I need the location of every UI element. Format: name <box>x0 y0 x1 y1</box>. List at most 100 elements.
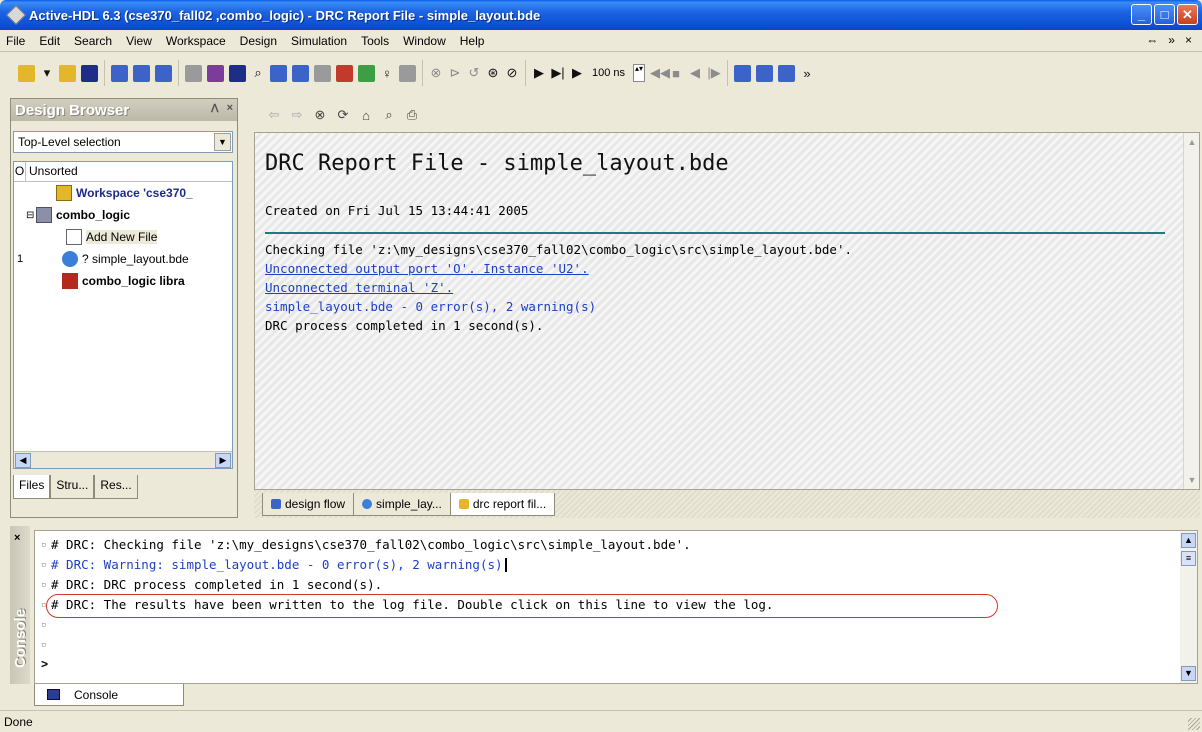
step-back-icon[interactable]: ◀◀ <box>650 65 670 81</box>
console-icon[interactable] <box>229 64 246 82</box>
sim-restart-icon[interactable]: ↺ <box>467 65 481 81</box>
menu-tools[interactable]: Tools <box>361 34 389 48</box>
tab-files[interactable]: Files <box>13 475 51 499</box>
menu-simulation[interactable]: Simulation <box>291 34 347 48</box>
step-over-icon[interactable]: |▶ <box>707 65 721 81</box>
scroll-thumb[interactable]: ≡ <box>1181 551 1196 566</box>
dropdown-arrow-icon[interactable]: ▾ <box>40 65 54 81</box>
lightbulb-icon[interactable]: ♀ <box>380 66 394 81</box>
tree-item-simple-layout[interactable]: 1 ? simple_layout.bde <box>14 248 232 270</box>
find-icon[interactable]: ⌕ <box>251 65 265 81</box>
trace-out-icon[interactable] <box>778 64 796 82</box>
console-line[interactable]: ▫ <box>41 635 1171 655</box>
maximize-button[interactable]: □ <box>1154 4 1175 25</box>
menu-close-icon[interactable]: × <box>1185 33 1192 47</box>
scroll-right-icon[interactable]: ▶ <box>215 453 231 468</box>
run-until-icon[interactable]: ▶| <box>551 65 565 81</box>
scroll-left-icon[interactable]: ◀ <box>15 453 31 468</box>
menu-right-controls: ⇔ » × <box>1146 33 1192 47</box>
memory-icon[interactable] <box>399 64 416 82</box>
report-link[interactable]: Unconnected output port 'O'. Instance 'U… <box>265 259 1165 278</box>
sim-init-icon[interactable]: ⊳ <box>448 65 462 81</box>
console-vscrollbar[interactable]: ▲ ≡ ▼ <box>1180 531 1197 683</box>
menu-search[interactable]: Search <box>74 34 112 48</box>
console-line[interactable]: ▫ # DRC: Checking file 'z:\my_designs\cs… <box>41 535 1171 555</box>
move-icon[interactable]: ⇔ <box>1146 33 1158 47</box>
run-for-icon[interactable]: ▶ <box>570 65 584 81</box>
menu-file[interactable]: File <box>6 34 25 48</box>
sim-break-icon[interactable]: ⊛ <box>486 65 500 81</box>
top-level-select[interactable]: Top-Level selection ▼ <box>13 131 233 153</box>
console-line[interactable]: ▫ <box>41 615 1171 635</box>
forward-arrow-icon[interactable]: ⇨ <box>289 107 305 123</box>
document-vscrollbar[interactable]: ▲ ▼ <box>1183 133 1199 489</box>
tree-item-workspace[interactable]: Workspace 'cse370_ <box>14 182 232 204</box>
menu-edit[interactable]: Edit <box>39 34 60 48</box>
menu-window[interactable]: Window <box>403 34 446 48</box>
minimize-button[interactable]: _ <box>1131 4 1152 25</box>
stop-icon[interactable]: ⊗ <box>312 107 328 123</box>
refresh-icon[interactable]: ⟳ <box>335 107 351 123</box>
menu-help[interactable]: Help <box>460 34 485 48</box>
menu-design[interactable]: Design <box>240 34 277 48</box>
console-line[interactable]: ▫ # DRC: Warning: simple_layout.bde - 0 … <box>41 555 1171 575</box>
trace-in-icon[interactable] <box>734 64 752 82</box>
tree-item-add-new-file[interactable]: Add New File <box>14 226 232 248</box>
report-link[interactable]: Unconnected terminal 'Z'. <box>265 278 1165 297</box>
library-icon[interactable] <box>336 64 353 82</box>
tab-design-flow[interactable]: design flow <box>262 492 355 516</box>
hdl-debug-icon[interactable] <box>292 64 309 82</box>
stop-sim-icon[interactable]: ⊗ <box>429 65 443 81</box>
sim-time-spinner[interactable]: ▴▾ <box>633 64 646 82</box>
toolbar-more-icon[interactable]: » <box>800 66 814 81</box>
print-icon[interactable]: ⎙ <box>404 107 420 123</box>
expand-minus-icon[interactable]: ⊟ <box>26 210 36 221</box>
trace-over-icon[interactable] <box>756 64 774 82</box>
scroll-up-icon[interactable]: ▲ <box>1181 533 1196 548</box>
toolbar-run-group: ▶ ▶| ▶ 100 ns ▴▾ ◀◀ ■ ◀ |▶ <box>526 60 729 86</box>
open-icon[interactable] <box>59 64 76 82</box>
chevron-more-icon[interactable]: » <box>1168 33 1175 47</box>
console-prompt[interactable]: > <box>41 657 48 671</box>
sim-end-icon[interactable]: ■ <box>669 66 683 81</box>
tab-drc-report[interactable]: drc report fil... <box>449 492 556 516</box>
tab-resources[interactable]: Res... <box>94 475 138 499</box>
scroll-down-icon[interactable]: ▼ <box>1181 666 1196 681</box>
console-line[interactable]: ▫ # DRC: DRC process completed in 1 seco… <box>41 575 1171 595</box>
sim-time-field[interactable]: 100 ns <box>589 64 628 82</box>
compile-icon[interactable] <box>111 64 128 82</box>
menu-workspace[interactable]: Workspace <box>166 34 226 48</box>
panel-close-icon[interactable]: × <box>227 102 233 115</box>
tree-hscrollbar[interactable]: ◀ ▶ <box>14 451 232 468</box>
scroll-up-icon[interactable]: ▲ <box>1185 135 1199 149</box>
run-icon[interactable]: ▶ <box>532 65 546 81</box>
tab-console[interactable]: Console <box>34 684 184 706</box>
search-icon[interactable]: ⌕ <box>381 107 397 123</box>
save-icon[interactable] <box>81 64 98 82</box>
flow-chart-icon[interactable] <box>358 64 375 82</box>
design-flow-icon[interactable] <box>185 64 202 82</box>
step-into-icon[interactable]: ◀ <box>688 65 702 81</box>
tab-structure[interactable]: Stru... <box>50 475 95 499</box>
tab-simple-layout[interactable]: simple_lay... <box>353 492 451 516</box>
hierarchy-icon[interactable] <box>314 64 331 82</box>
sim-trace-icon[interactable]: ⊘ <box>505 65 519 81</box>
resize-grip-icon[interactable] <box>1188 718 1200 730</box>
cpp-debug-icon[interactable] <box>270 64 287 82</box>
chevron-down-icon[interactable]: ▼ <box>214 133 231 151</box>
tree-header-col1[interactable]: Unsorted <box>26 162 78 181</box>
back-arrow-icon[interactable]: ⇦ <box>266 107 282 123</box>
console-close-icon[interactable]: × <box>14 532 20 544</box>
compile-all-icon[interactable] <box>133 64 150 82</box>
scroll-down-icon[interactable]: ▼ <box>1185 473 1199 487</box>
pin-icon[interactable]: ᐱ <box>211 102 219 115</box>
close-button[interactable]: ✕ <box>1177 4 1198 25</box>
tree-header-col0[interactable]: O <box>14 162 26 181</box>
tree-item-combo-logic[interactable]: ⊟ combo_logic <box>14 204 232 226</box>
menu-view[interactable]: View <box>126 34 152 48</box>
tree-item-library[interactable]: combo_logic libra <box>14 270 232 292</box>
library-manager-icon[interactable] <box>155 64 172 82</box>
new-workspace-icon[interactable] <box>18 64 35 82</box>
wizard-icon[interactable] <box>207 64 224 82</box>
home-icon[interactable]: ⌂ <box>358 108 374 123</box>
